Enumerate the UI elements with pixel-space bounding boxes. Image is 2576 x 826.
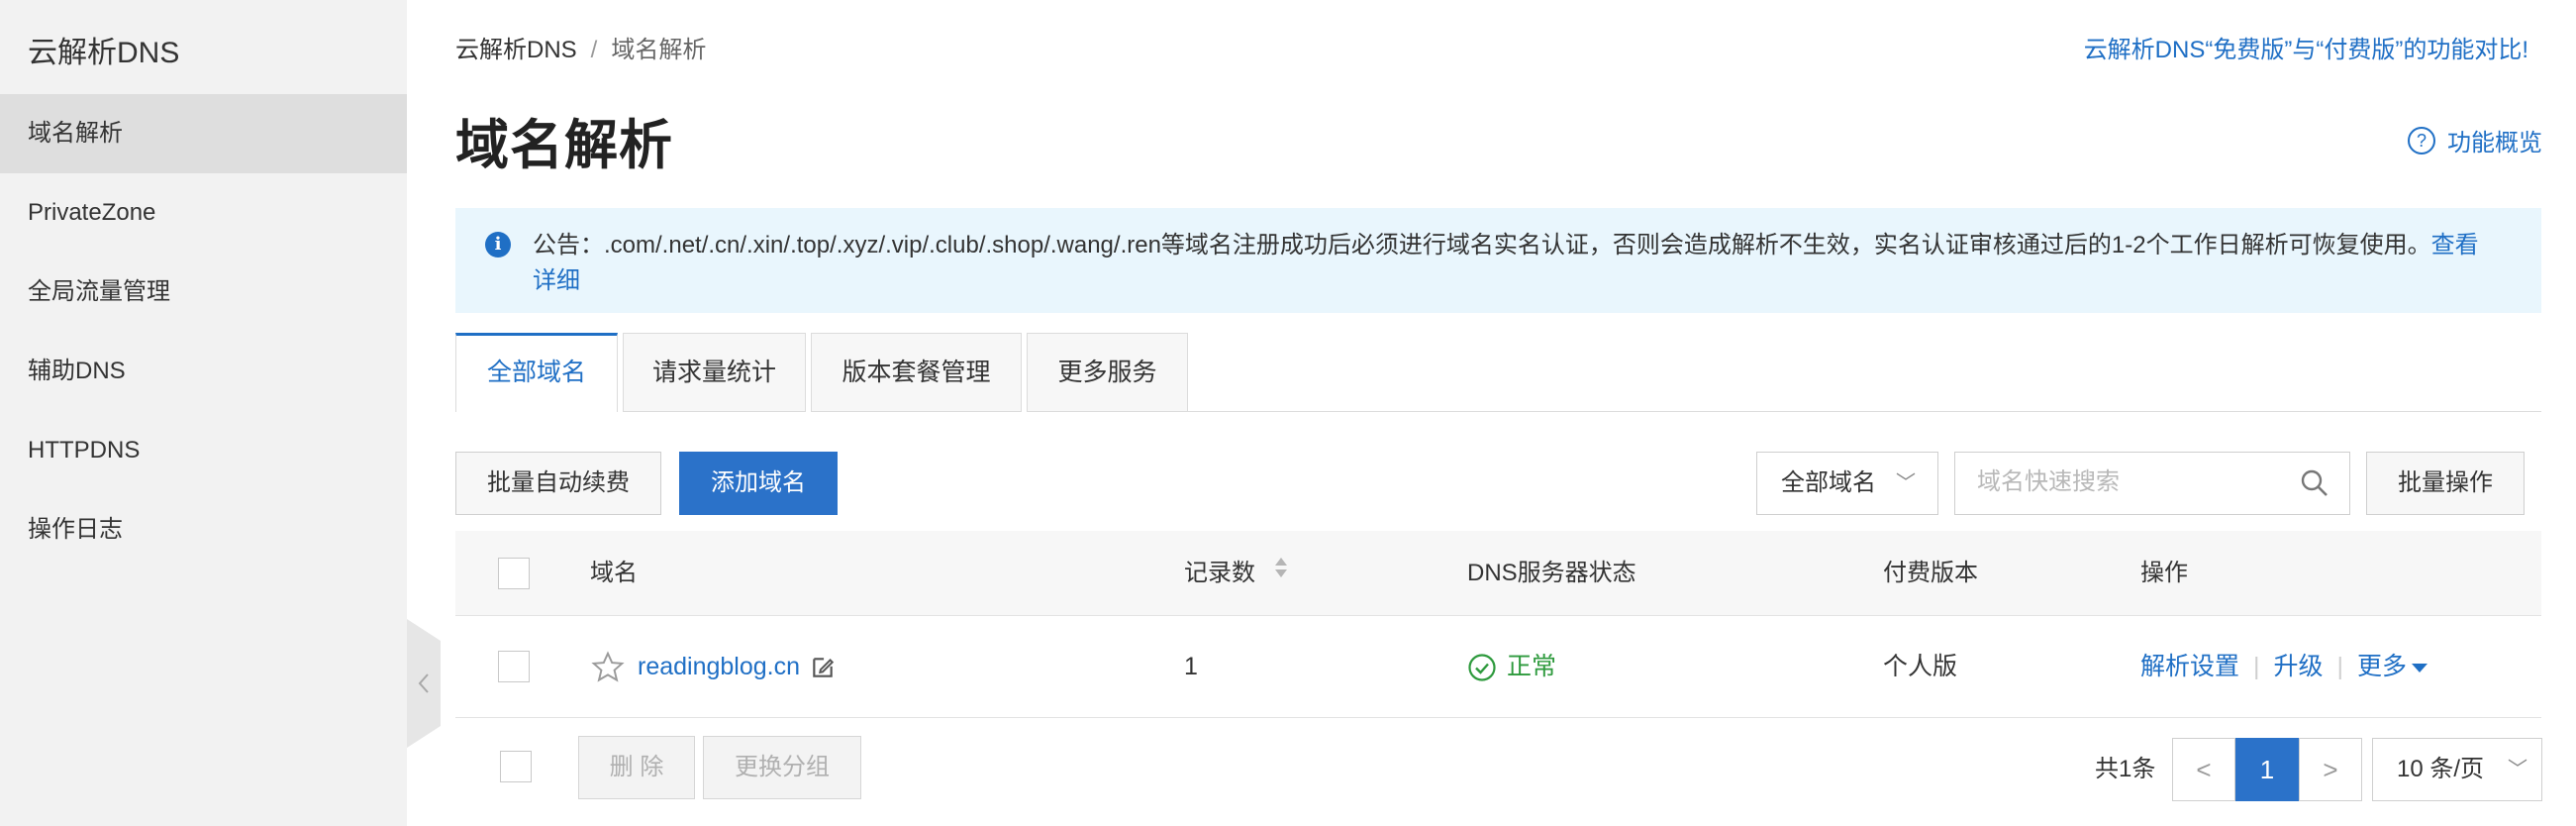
sidebar-collapse-handle[interactable]: [407, 619, 441, 748]
column-actions: 操作: [2140, 560, 2188, 586]
sort-icon[interactable]: [1274, 532, 1288, 617]
select-all-checkbox[interactable]: [498, 558, 530, 589]
batch-operations-button[interactable]: 批量操作: [2366, 452, 2525, 515]
breadcrumb-separator: /: [590, 37, 598, 63]
page-size-value: 10 条/页: [2397, 756, 2485, 782]
tab-all-domains[interactable]: 全部域名: [455, 333, 618, 412]
column-records-label: 记录数: [1184, 560, 1255, 586]
dns-status-cell: 正常: [1467, 616, 1556, 718]
table-header: 域名 记录数 DNS服务器状态 付费版本 操作: [455, 531, 2541, 616]
domain-search-box: [1954, 452, 2350, 515]
table-row: readingblog.cn 1 正常 个人版 解析设置 | 升级 | 更多: [455, 616, 2541, 718]
action-separator: |: [2253, 653, 2260, 680]
question-circle-icon: ?: [2408, 126, 2435, 155]
prev-page-button[interactable]: <: [2172, 738, 2235, 801]
tab-more-services[interactable]: 更多服务: [1027, 333, 1188, 412]
chevron-down-icon: ﹀: [1896, 472, 1916, 494]
search-icon[interactable]: [2300, 468, 2329, 503]
sidebar: 云解析DNS 域名解析 PrivateZone 全局流量管理 辅助DNS HTT…: [0, 0, 407, 826]
page-1-button[interactable]: 1: [2235, 738, 2299, 801]
sidebar-item-httpdns[interactable]: HTTPDNS: [0, 411, 407, 490]
chevron-left-icon: <: [2196, 755, 2212, 784]
chevron-right-icon: >: [2323, 755, 2338, 784]
page-size-select[interactable]: 10 条/页 ﹀: [2372, 738, 2542, 801]
notice-banner: i 公告：.com/.net/.cn/.xin/.top/.xyz/.vip/.…: [455, 208, 2541, 313]
sidebar-item-privatezone[interactable]: PrivateZone: [0, 173, 407, 253]
total-count: 共1条: [2095, 756, 2156, 782]
actions-cell: 解析设置 | 升级 | 更多: [2140, 616, 2428, 718]
sidebar-item-operation-log[interactable]: 操作日志: [0, 490, 407, 569]
feature-overview-label: 功能概览: [2447, 130, 2542, 156]
sidebar-title: 云解析DNS: [28, 37, 180, 69]
chevron-left-icon: [407, 619, 441, 748]
row-checkbox[interactable]: [498, 651, 530, 682]
resolution-settings-link[interactable]: 解析设置: [2140, 653, 2239, 680]
domain-cell: readingblog.cn: [590, 616, 836, 718]
dns-status-text: 正常: [1507, 653, 1557, 680]
change-group-button[interactable]: 更换分组: [703, 736, 861, 799]
chevron-down-icon: ﹀: [2508, 759, 2527, 780]
column-domain: 域名: [590, 560, 638, 586]
domain-search-input[interactable]: [1977, 453, 2294, 512]
check-circle-icon: [1468, 653, 1496, 681]
tab-request-stats[interactable]: 请求量统计: [623, 333, 806, 412]
tab-divider: [1188, 411, 2541, 412]
footer-select-all-checkbox[interactable]: [500, 751, 532, 782]
add-domain-button[interactable]: 添加域名: [679, 452, 838, 515]
edition-cell: 个人版: [1883, 653, 1958, 680]
breadcrumb: 云解析DNS / 域名解析: [455, 30, 706, 64]
breadcrumb-item-current: 域名解析: [611, 37, 707, 63]
more-actions-label: 更多: [2357, 653, 2408, 680]
info-icon: i: [485, 232, 511, 258]
domain-filter-value: 全部域名: [1781, 469, 1876, 496]
page-title: 域名解析: [455, 116, 673, 175]
upgrade-link[interactable]: 升级: [2274, 653, 2324, 680]
feature-overview-link[interactable]: ? 功能概览: [2408, 123, 2542, 157]
sidebar-item-domain-resolution[interactable]: 域名解析: [0, 94, 407, 173]
sidebar-item-secondary-dns[interactable]: 辅助DNS: [0, 332, 407, 411]
edition-compare-link[interactable]: 云解析DNS“免费版”与“付费版”的功能对比!: [2084, 30, 2528, 64]
next-page-button[interactable]: >: [2299, 738, 2362, 801]
breadcrumb-item-dns[interactable]: 云解析DNS: [455, 37, 577, 63]
batch-auto-renew-button[interactable]: 批量自动续费: [455, 452, 661, 515]
sidebar-item-global-traffic[interactable]: 全局流量管理: [0, 253, 407, 332]
record-count: 1: [1184, 653, 1198, 680]
column-dns-status: DNS服务器状态: [1467, 560, 1636, 586]
star-icon[interactable]: [590, 650, 626, 685]
domain-link[interactable]: readingblog.cn: [638, 616, 800, 718]
domain-filter-select[interactable]: 全部域名 ﹀: [1756, 452, 1938, 515]
delete-button[interactable]: 删 除: [578, 736, 695, 799]
column-records[interactable]: 记录数: [1184, 531, 1288, 617]
action-separator: |: [2336, 653, 2344, 680]
tab-plan-management[interactable]: 版本套餐管理: [811, 333, 1022, 412]
notice-text: 公告：.com/.net/.cn/.xin/.top/.xyz/.vip/.cl…: [533, 232, 2431, 258]
more-actions-link[interactable]: 更多: [2357, 653, 2428, 680]
caret-down-icon: [2412, 664, 2428, 673]
edit-icon[interactable]: [810, 655, 836, 680]
column-edition: 付费版本: [1883, 560, 1978, 586]
